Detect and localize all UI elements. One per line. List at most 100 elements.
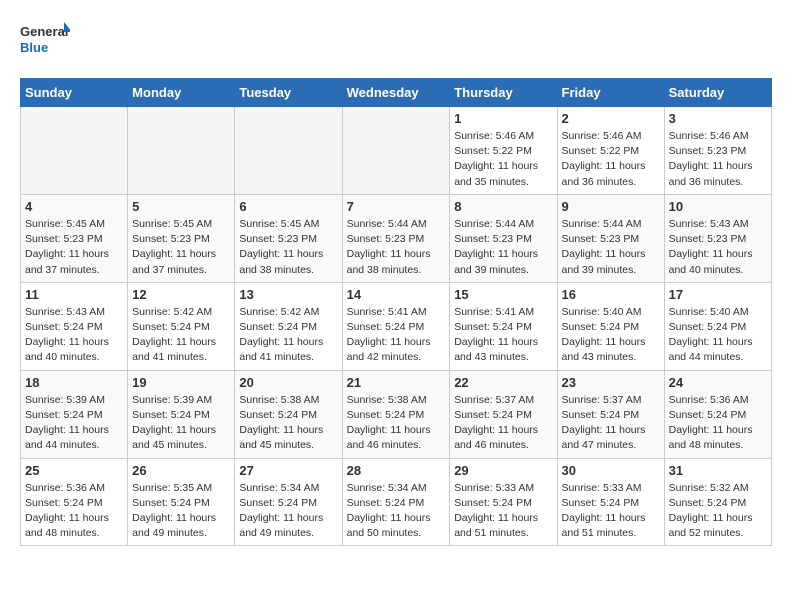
calendar-week-row: 18 Sunrise: 5:39 AMSunset: 5:24 PMDayligh… [21,370,772,458]
day-number: 2 [562,111,660,126]
calendar-day-cell: 1 Sunrise: 5:46 AMSunset: 5:22 PMDaylight… [450,107,557,195]
calendar-week-row: 4 Sunrise: 5:45 AMSunset: 5:23 PMDaylight… [21,194,772,282]
day-info: Sunrise: 5:45 AMSunset: 5:23 PMDaylight:… [239,217,337,278]
day-info: Sunrise: 5:41 AMSunset: 5:24 PMDaylight:… [347,305,446,366]
day-number: 21 [347,375,446,390]
weekday-header: Wednesday [342,79,450,107]
day-info: Sunrise: 5:46 AMSunset: 5:23 PMDaylight:… [669,129,767,190]
day-info: Sunrise: 5:42 AMSunset: 5:24 PMDaylight:… [132,305,230,366]
day-info: Sunrise: 5:45 AMSunset: 5:23 PMDaylight:… [132,217,230,278]
day-info: Sunrise: 5:39 AMSunset: 5:24 PMDaylight:… [25,393,123,454]
day-info: Sunrise: 5:46 AMSunset: 5:22 PMDaylight:… [562,129,660,190]
day-info: Sunrise: 5:43 AMSunset: 5:24 PMDaylight:… [25,305,123,366]
day-info: Sunrise: 5:36 AMSunset: 5:24 PMDaylight:… [669,393,767,454]
day-number: 30 [562,463,660,478]
day-number: 7 [347,199,446,214]
calendar-day-cell: 6 Sunrise: 5:45 AMSunset: 5:23 PMDaylight… [235,194,342,282]
day-info: Sunrise: 5:38 AMSunset: 5:24 PMDaylight:… [239,393,337,454]
calendar-day-cell [128,107,235,195]
day-info: Sunrise: 5:41 AMSunset: 5:24 PMDaylight:… [454,305,552,366]
day-number: 6 [239,199,337,214]
svg-text:General: General [20,24,68,39]
day-info: Sunrise: 5:32 AMSunset: 5:24 PMDaylight:… [669,481,767,542]
day-number: 14 [347,287,446,302]
logo: General Blue [20,20,70,62]
calendar-day-cell: 5 Sunrise: 5:45 AMSunset: 5:23 PMDaylight… [128,194,235,282]
calendar-day-cell: 14 Sunrise: 5:41 AMSunset: 5:24 PMDayligh… [342,282,450,370]
calendar-day-cell: 18 Sunrise: 5:39 AMSunset: 5:24 PMDayligh… [21,370,128,458]
calendar-day-cell [235,107,342,195]
calendar-day-cell: 8Sunrise: 5:44 AMSunset: 5:23 PMDaylight… [450,194,557,282]
day-info: Sunrise: 5:33 AMSunset: 5:24 PMDaylight:… [562,481,660,542]
logo-svg: General Blue [20,20,70,62]
calendar-header-row: SundayMondayTuesdayWednesdayThursdayFrid… [21,79,772,107]
day-info: Sunrise: 5:34 AMSunset: 5:24 PMDaylight:… [239,481,337,542]
weekday-header: Thursday [450,79,557,107]
day-info: Sunrise: 5:42 AMSunset: 5:24 PMDaylight:… [239,305,337,366]
day-number: 22 [454,375,552,390]
calendar-day-cell: 31 Sunrise: 5:32 AMSunset: 5:24 PMDayligh… [664,458,771,546]
day-number: 4 [25,199,123,214]
calendar-day-cell: 10 Sunrise: 5:43 AMSunset: 5:23 PMDayligh… [664,194,771,282]
day-info: Sunrise: 5:36 AMSunset: 5:24 PMDaylight:… [25,481,123,542]
calendar-day-cell: 22Sunrise: 5:37 AMSunset: 5:24 PMDayligh… [450,370,557,458]
day-number: 3 [669,111,767,126]
day-info: Sunrise: 5:40 AMSunset: 5:24 PMDaylight:… [669,305,767,366]
calendar-day-cell: 9Sunrise: 5:44 AMSunset: 5:23 PMDaylight… [557,194,664,282]
weekday-header: Friday [557,79,664,107]
day-number: 1 [454,111,552,126]
day-info: Sunrise: 5:43 AMSunset: 5:23 PMDaylight:… [669,217,767,278]
calendar-table: SundayMondayTuesdayWednesdayThursdayFrid… [20,78,772,546]
calendar-day-cell: 26Sunrise: 5:35 AMSunset: 5:24 PMDayligh… [128,458,235,546]
day-info: Sunrise: 5:46 AMSunset: 5:22 PMDaylight:… [454,129,552,190]
day-number: 18 [25,375,123,390]
weekday-header: Tuesday [235,79,342,107]
day-number: 29 [454,463,552,478]
calendar-day-cell: 30 Sunrise: 5:33 AMSunset: 5:24 PMDayligh… [557,458,664,546]
calendar-day-cell: 29 Sunrise: 5:33 AMSunset: 5:24 PMDayligh… [450,458,557,546]
day-number: 12 [132,287,230,302]
calendar-day-cell: 2 Sunrise: 5:46 AMSunset: 5:22 PMDaylight… [557,107,664,195]
day-info: Sunrise: 5:40 AMSunset: 5:24 PMDaylight:… [562,305,660,366]
calendar-day-cell: 11 Sunrise: 5:43 AMSunset: 5:24 PMDayligh… [21,282,128,370]
calendar-week-row: 25 Sunrise: 5:36 AMSunset: 5:24 PMDayligh… [21,458,772,546]
day-number: 8 [454,199,552,214]
calendar-day-cell: 20 Sunrise: 5:38 AMSunset: 5:24 PMDayligh… [235,370,342,458]
calendar-day-cell: 15Sunrise: 5:41 AMSunset: 5:24 PMDayligh… [450,282,557,370]
day-number: 31 [669,463,767,478]
day-info: Sunrise: 5:44 AMSunset: 5:23 PMDaylight:… [347,217,446,278]
calendar-day-cell: 4 Sunrise: 5:45 AMSunset: 5:23 PMDaylight… [21,194,128,282]
calendar-day-cell: 23Sunrise: 5:37 AMSunset: 5:24 PMDayligh… [557,370,664,458]
calendar-day-cell: 7 Sunrise: 5:44 AMSunset: 5:23 PMDaylight… [342,194,450,282]
day-number: 13 [239,287,337,302]
day-number: 16 [562,287,660,302]
day-number: 5 [132,199,230,214]
calendar-day-cell: 3 Sunrise: 5:46 AMSunset: 5:23 PMDaylight… [664,107,771,195]
weekday-header: Saturday [664,79,771,107]
day-info: Sunrise: 5:35 AMSunset: 5:24 PMDaylight:… [132,481,230,542]
day-number: 20 [239,375,337,390]
calendar-day-cell: 25 Sunrise: 5:36 AMSunset: 5:24 PMDayligh… [21,458,128,546]
day-info: Sunrise: 5:39 AMSunset: 5:24 PMDaylight:… [132,393,230,454]
day-number: 11 [25,287,123,302]
day-info: Sunrise: 5:45 AMSunset: 5:23 PMDaylight:… [25,217,123,278]
day-number: 23 [562,375,660,390]
calendar-day-cell: 19Sunrise: 5:39 AMSunset: 5:24 PMDayligh… [128,370,235,458]
calendar-week-row: 11 Sunrise: 5:43 AMSunset: 5:24 PMDayligh… [21,282,772,370]
day-number: 9 [562,199,660,214]
day-info: Sunrise: 5:33 AMSunset: 5:24 PMDaylight:… [454,481,552,542]
calendar-day-cell [342,107,450,195]
day-number: 28 [347,463,446,478]
weekday-header: Monday [128,79,235,107]
calendar-week-row: 1 Sunrise: 5:46 AMSunset: 5:22 PMDaylight… [21,107,772,195]
day-info: Sunrise: 5:34 AMSunset: 5:24 PMDaylight:… [347,481,446,542]
calendar-day-cell: 28 Sunrise: 5:34 AMSunset: 5:24 PMDayligh… [342,458,450,546]
calendar-day-cell [21,107,128,195]
day-number: 10 [669,199,767,214]
calendar-day-cell: 16 Sunrise: 5:40 AMSunset: 5:24 PMDayligh… [557,282,664,370]
calendar-day-cell: 24Sunrise: 5:36 AMSunset: 5:24 PMDayligh… [664,370,771,458]
calendar-day-cell: 27Sunrise: 5:34 AMSunset: 5:24 PMDayligh… [235,458,342,546]
day-number: 25 [25,463,123,478]
day-info: Sunrise: 5:38 AMSunset: 5:24 PMDaylight:… [347,393,446,454]
svg-text:Blue: Blue [20,40,48,55]
